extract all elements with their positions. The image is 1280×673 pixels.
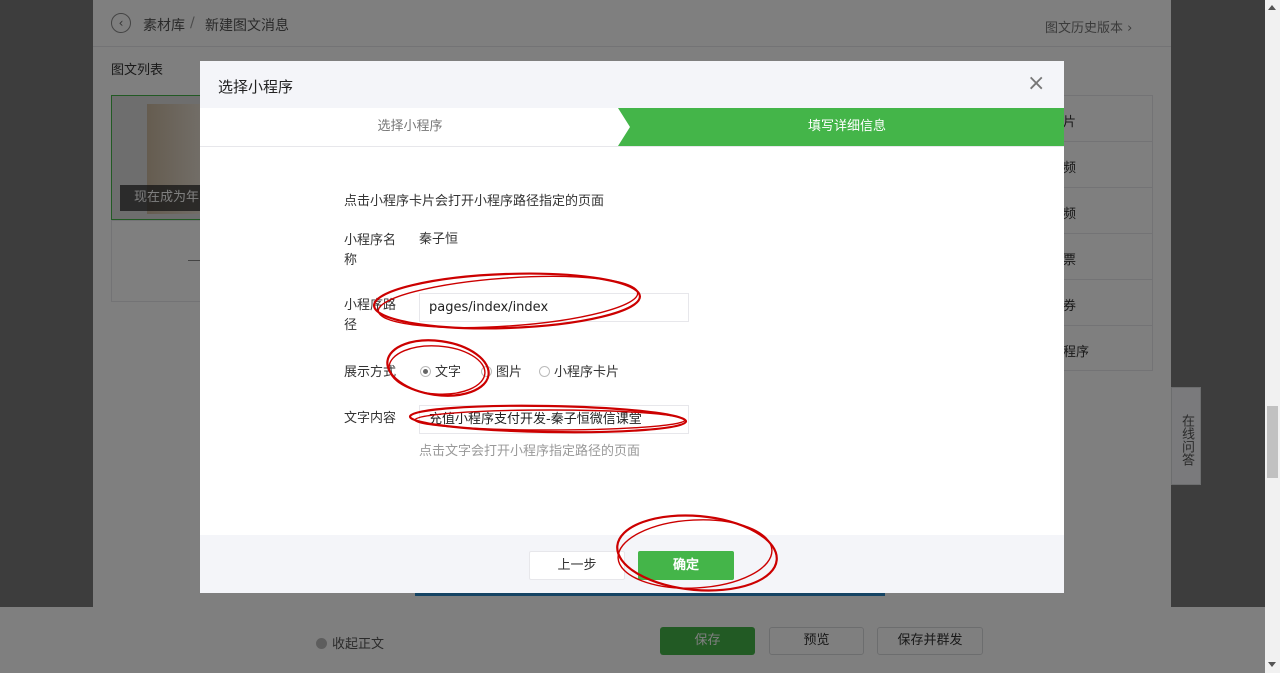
step-select-miniprogram: 选择小程序: [377, 119, 443, 134]
miniprogram-name-value: 秦子恒: [419, 232, 459, 247]
previous-step-button[interactable]: 上一步: [529, 551, 625, 580]
dialog-intro-text: 点击小程序卡片会打开小程序路径指定的页面: [344, 194, 605, 209]
scroll-up-arrow-icon[interactable]: [1268, 5, 1276, 10]
text-content-hint: 点击文字会打开小程序指定路径的页面: [419, 444, 641, 459]
confirm-button[interactable]: 确定: [638, 551, 734, 580]
close-icon[interactable]: ×: [1027, 73, 1045, 95]
step-fill-details: 填写详细信息: [807, 119, 886, 134]
step-indicator: 选择小程序 填写详细信息: [200, 108, 1064, 147]
dialog-title: 选择小程序: [218, 78, 294, 96]
display-option-image-label: 图片: [496, 365, 523, 380]
display-option-text-label: 文字: [435, 365, 462, 380]
display-option-card[interactable]: 小程序卡片: [539, 361, 619, 380]
radio-unchecked-icon: [481, 366, 492, 377]
scroll-down-arrow-icon[interactable]: [1268, 662, 1276, 667]
miniprogram-name-label: 小程序名称: [344, 233, 397, 268]
display-option-text[interactable]: 文字: [420, 361, 461, 380]
display-option-card-label: 小程序卡片: [554, 365, 620, 380]
display-option-image[interactable]: 图片: [481, 361, 522, 380]
display-mode-label: 展示方式: [344, 365, 397, 380]
radio-unchecked-icon: [539, 366, 550, 377]
dialog-footer: [200, 535, 1064, 593]
text-content-input[interactable]: 充值小程序支付开发-秦子恒微信课堂: [419, 405, 689, 434]
radio-checked-icon: [420, 366, 431, 377]
scrollbar-thumb[interactable]: [1267, 406, 1278, 478]
dialog-header: [200, 61, 1064, 108]
page-scrollbar[interactable]: [1265, 0, 1280, 673]
select-miniprogram-dialog: 选择小程序 × 选择小程序 填写详细信息 点击小程序卡片会打开小程序路径指定的页…: [200, 61, 1064, 593]
text-content-label: 文字内容: [344, 411, 397, 426]
miniprogram-path-label: 小程序路径: [344, 298, 397, 333]
miniprogram-path-input[interactable]: pages/index/index: [419, 293, 689, 322]
